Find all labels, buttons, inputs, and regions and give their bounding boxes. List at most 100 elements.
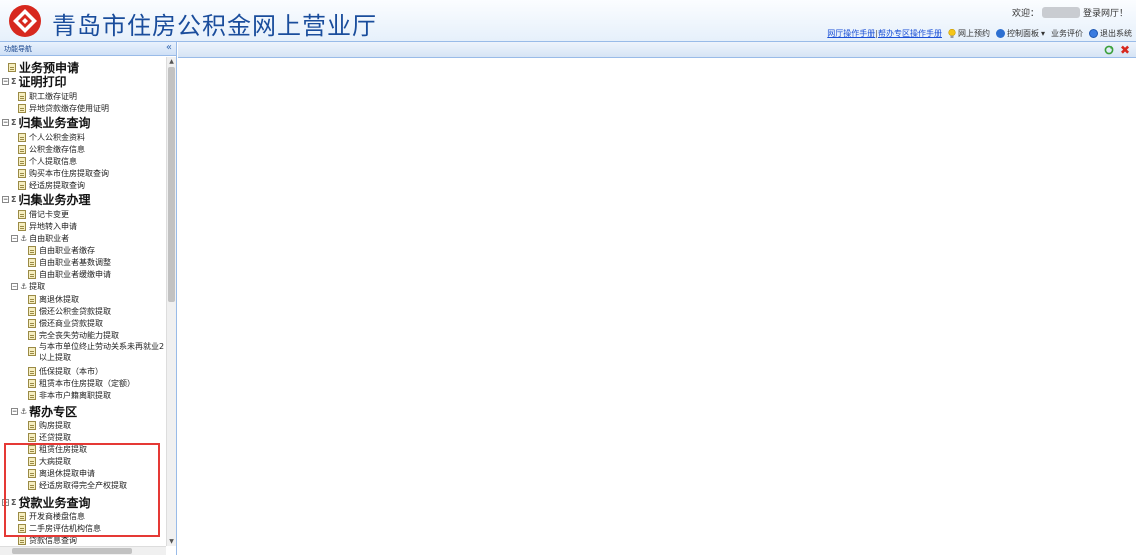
leaf-icon (28, 257, 36, 267)
nav-vertical-scrollbar[interactable]: ▲ ▼ (166, 57, 176, 546)
nav-item[interactable]: 异地贷款缴存使用证明 (18, 102, 109, 114)
lightbulb-icon (948, 28, 956, 38)
appointment-link[interactable]: 网上预约 (948, 28, 990, 39)
leaf-icon (18, 144, 26, 154)
leaf-icon (28, 468, 36, 478)
nav-item[interactable]: 偿还公积金贷款提取 (28, 305, 111, 317)
nav-item[interactable]: 自由职业者缴存 (28, 244, 95, 256)
leaf-icon (28, 269, 36, 279)
nav-item[interactable]: 职工缴存证明 (18, 90, 77, 102)
nav-item[interactable]: 贷款信息查询 (18, 534, 77, 546)
site-title: 青岛市住房公积金网上营业厅 (52, 12, 377, 40)
leaf-icon (28, 347, 36, 356)
group-icon: Σ (11, 117, 17, 127)
dropdown-arrow-icon: ▾ (1040, 29, 1045, 38)
main-content-panel: ✖ (178, 42, 1136, 555)
nav-item[interactable]: 借记卡变更 (18, 208, 69, 220)
nav-item[interactable]: 个人公积金资料 (18, 131, 85, 143)
nav-item[interactable]: 完全丧失劳动能力提取 (28, 329, 119, 341)
expand-minus-icon[interactable]: − (2, 195, 9, 203)
nav-subgroup-withdraw[interactable]: − ⚓ 提取 (11, 280, 45, 292)
nav-item[interactable]: 离退休提取 (28, 293, 79, 305)
anchor-icon: ⚓ (20, 281, 28, 291)
leaf-icon (28, 306, 36, 316)
nav-horizontal-scroll-thumb[interactable] (12, 548, 132, 554)
expand-minus-icon[interactable]: − (11, 282, 18, 290)
nav-item[interactable]: 异地转入申请 (18, 220, 77, 232)
nav-horizontal-scrollbar[interactable] (0, 546, 166, 555)
top-links: 网厅操作手册|帮办专区操作手册 网上预约 控制面板 ▾ 业务评价 退出系统 (827, 28, 1132, 39)
logout-link[interactable]: 退出系统 (1089, 28, 1132, 39)
nav-vertical-scroll-thumb[interactable] (168, 67, 175, 302)
expand-minus-icon[interactable]: − (2, 118, 9, 126)
leaf-icon (28, 390, 36, 400)
rating-link[interactable]: 业务评价 (1051, 28, 1083, 39)
nav-group-collection-query[interactable]: − Σ 归集业务查询 (2, 115, 90, 130)
welcome-suffix: 登录网厅！ (1082, 9, 1128, 19)
nav-item[interactable]: 开发商楼盘信息 (18, 510, 85, 522)
expand-minus-icon[interactable]: − (11, 234, 18, 242)
nav-item[interactable]: 个人提取信息 (18, 155, 77, 167)
logout-icon (1089, 29, 1098, 38)
logout-label: 退出系统 (1100, 29, 1132, 38)
leaf-icon (18, 511, 26, 521)
rating-label: 业务评价 (1051, 29, 1083, 38)
nav-panel-title: 功能导航 (4, 45, 32, 53)
group-icon: Σ (11, 194, 17, 204)
nav-group-certificate-print[interactable]: − Σ 证明打印 (2, 74, 66, 89)
nav-panel-header: 功能导航 « (0, 42, 176, 56)
nav-subgroup-freelancer[interactable]: − ⚓ 自由职业者 (11, 232, 69, 244)
welcome-text: 欢迎： 登录网厅！ (1012, 6, 1128, 19)
leaf-icon (28, 318, 36, 328)
nav-group-collection-handle[interactable]: − Σ 归集业务办理 (2, 192, 90, 207)
leaf-icon (28, 366, 36, 376)
expand-minus-icon[interactable]: − (2, 498, 9, 506)
appointment-label: 网上预约 (957, 29, 990, 38)
nav-item[interactable]: 偿还商业贷款提取 (28, 317, 103, 329)
expand-minus-icon[interactable]: − (11, 407, 18, 415)
nav-item[interactable]: 公积金缴存信息 (18, 143, 85, 155)
help-manual-link[interactable]: 帮办专区操作手册 (878, 29, 942, 38)
anchor-icon: ⚓ (20, 233, 28, 243)
leaf-icon (28, 432, 36, 442)
close-icon[interactable]: ✖ (1120, 44, 1130, 56)
nav-item[interactable]: 大病提取 (28, 455, 71, 467)
expand-minus-icon[interactable]: − (2, 77, 9, 85)
manual-link[interactable]: 网厅操作手册 (827, 29, 875, 38)
main-toolbar: ✖ (178, 42, 1136, 58)
leaf-icon (28, 330, 36, 340)
nav-group-help-zone[interactable]: − ⚓ 帮办专区 (11, 404, 77, 419)
nav-item[interactable]: 离退休提取申请 (28, 467, 95, 479)
scroll-down-arrow-icon[interactable]: ▼ (167, 537, 176, 546)
leaf-icon (18, 156, 26, 166)
leaf-icon (28, 378, 36, 388)
control-panel-menu[interactable]: 控制面板 ▾ (995, 28, 1045, 39)
leaf-icon (8, 62, 16, 72)
scroll-up-arrow-icon[interactable]: ▲ (167, 57, 176, 66)
nav-item[interactable]: 经适房提取查询 (18, 179, 85, 191)
nav-panel: 功能导航 « 业务预申请 − Σ 证明打印 职工缴存证明 异地贷款缴存使用证明 − Σ… (0, 42, 177, 555)
nav-item[interactable]: 自由职业者缓缴申请 (28, 268, 111, 280)
header-bar: 青岛市住房公积金网上营业厅 欢迎： 登录网厅！ 网厅操作手册|帮办专区操作手册 … (0, 0, 1136, 42)
nav-group-loan-query[interactable]: − Σ 贷款业务查询 (2, 495, 90, 510)
nav-item[interactable]: 租赁本市住房提取（定额） (28, 377, 135, 389)
leaf-icon (18, 132, 26, 142)
leaf-icon (18, 535, 26, 545)
leaf-icon (18, 103, 26, 113)
nav-item[interactable]: 购买本市住房提取查询 (18, 167, 109, 179)
refresh-icon[interactable] (1104, 45, 1114, 55)
nav-item[interactable]: 二手房评估机构信息 (18, 522, 101, 534)
leaf-icon (18, 180, 26, 190)
nav-item[interactable]: 自由职业者基数调整 (28, 256, 111, 268)
nav-item[interactable]: 购房提取 (28, 419, 71, 431)
nav-item[interactable]: 还贷提取 (28, 431, 71, 443)
group-icon: Σ (11, 497, 17, 507)
leaf-icon (28, 480, 36, 490)
nav-item[interactable]: 低保提取（本市） (28, 365, 103, 377)
nav-item[interactable]: 租赁住房提取 (28, 443, 87, 455)
collapse-icon[interactable]: « (166, 42, 172, 53)
housing-fund-logo-icon (9, 5, 41, 37)
nav-item[interactable]: 经适房取得完全产权提取 (28, 479, 127, 491)
nav-item[interactable]: 与本市单位终止劳动关系未再就业2以上提取 (28, 341, 166, 363)
nav-item[interactable]: 非本市户籍离职提取 (28, 389, 111, 401)
